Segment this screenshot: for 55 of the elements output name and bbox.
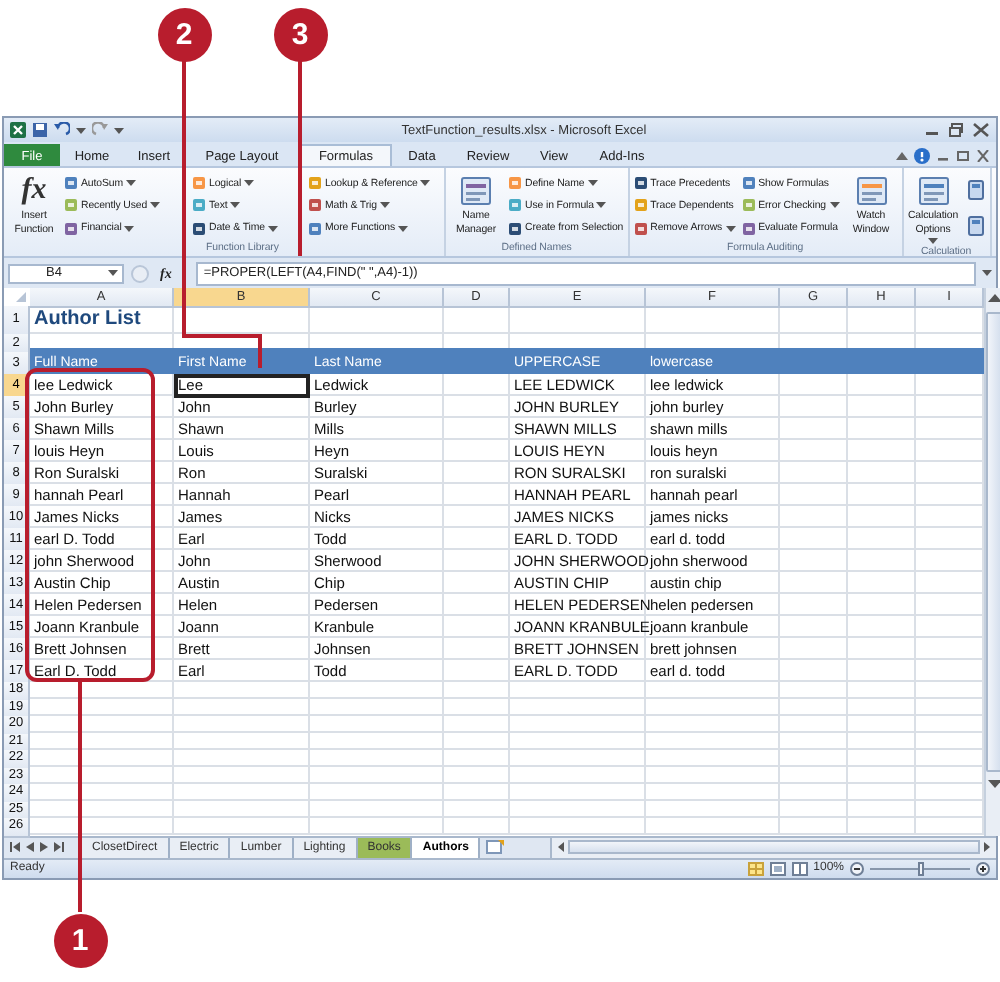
scrollbar-thumb[interactable] bbox=[986, 312, 1000, 772]
sheet-title: Author List bbox=[32, 306, 143, 334]
app-icon[interactable] bbox=[10, 122, 26, 138]
callout-badge: 1 bbox=[53, 913, 107, 967]
scroll-up-icon[interactable] bbox=[987, 294, 1000, 304]
command-icon bbox=[741, 198, 756, 213]
calculator-icon[interactable] bbox=[967, 216, 983, 236]
help-icon[interactable] bbox=[914, 147, 930, 163]
command-icon bbox=[64, 198, 78, 213]
close-icon[interactable] bbox=[972, 122, 990, 138]
command-icon bbox=[915, 174, 951, 208]
expand-icon[interactable] bbox=[982, 270, 992, 276]
first-sheet-icon[interactable] bbox=[10, 842, 20, 852]
command-icon bbox=[741, 221, 756, 236]
command-icon bbox=[192, 221, 206, 236]
command-icon bbox=[308, 198, 322, 213]
circle-icon bbox=[130, 263, 150, 283]
command-icon bbox=[192, 198, 206, 213]
caret-icon bbox=[108, 270, 118, 276]
command-icon bbox=[508, 176, 522, 191]
command-icon bbox=[633, 198, 648, 213]
command-icon bbox=[64, 221, 78, 236]
zoom-out-icon[interactable] bbox=[850, 861, 864, 875]
page-layout-icon[interactable] bbox=[769, 861, 786, 875]
caret-icon bbox=[114, 127, 124, 133]
scrollbar-thumb[interactable] bbox=[568, 840, 980, 854]
next-sheet-icon[interactable] bbox=[40, 842, 48, 852]
command-icon bbox=[508, 221, 522, 236]
callout-badge: 2 bbox=[157, 7, 211, 61]
command-icon bbox=[308, 176, 322, 191]
command-icon bbox=[633, 221, 648, 236]
caret-icon bbox=[76, 127, 86, 133]
command-icon bbox=[633, 176, 648, 191]
last-sheet-icon[interactable] bbox=[54, 842, 64, 852]
callout-badge: 3 bbox=[273, 7, 327, 61]
command-icon bbox=[508, 198, 522, 213]
zoom-slider-thumb[interactable] bbox=[917, 861, 923, 875]
undo-icon[interactable] bbox=[54, 122, 70, 138]
scroll-down-icon[interactable] bbox=[987, 780, 1000, 790]
collapse-ribbon-icon[interactable] bbox=[896, 151, 908, 159]
command-icon bbox=[853, 174, 889, 208]
command-icon bbox=[741, 176, 756, 191]
close-icon[interactable] bbox=[976, 149, 990, 161]
command-icon bbox=[308, 221, 322, 236]
page-break-icon[interactable] bbox=[791, 861, 808, 875]
scroll-right-icon[interactable] bbox=[984, 842, 990, 852]
save-icon[interactable] bbox=[32, 122, 48, 138]
previous-sheet-icon[interactable] bbox=[26, 842, 34, 852]
command-icon bbox=[458, 174, 494, 208]
command-icon bbox=[64, 176, 78, 191]
command-icon bbox=[192, 176, 206, 191]
calculator-icon[interactable] bbox=[967, 180, 983, 200]
zoom-in-icon[interactable] bbox=[976, 861, 990, 875]
function-icon: fx bbox=[21, 174, 47, 208]
new-sheet-icon[interactable] bbox=[486, 840, 505, 854]
